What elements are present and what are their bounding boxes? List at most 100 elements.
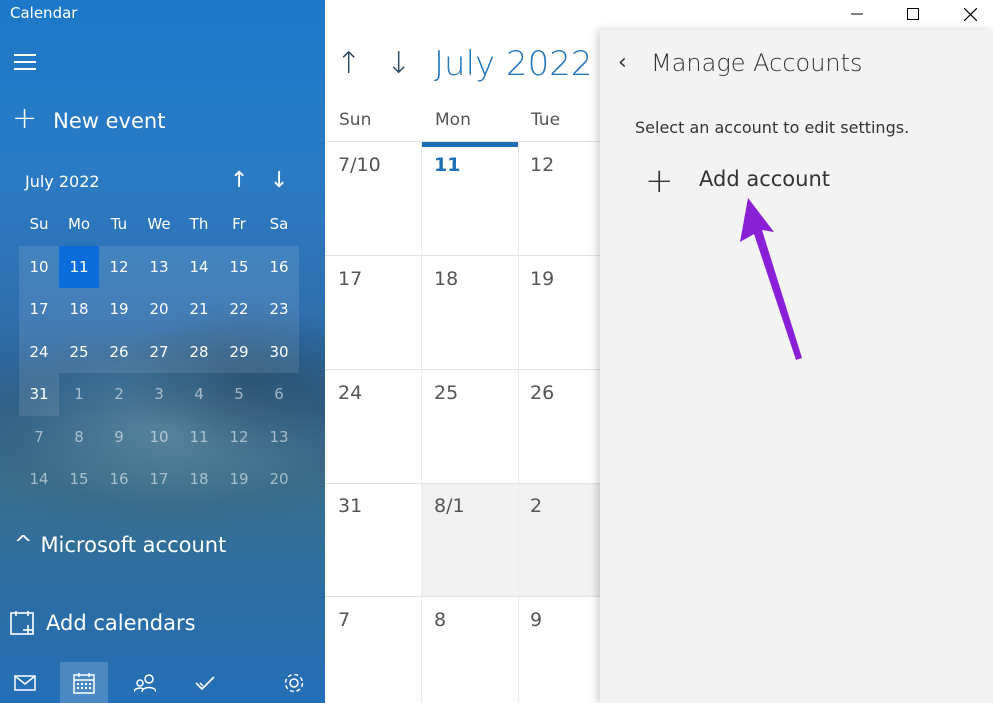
mini-day[interactable]: 20 — [259, 458, 299, 501]
mini-day[interactable]: 13 — [139, 245, 179, 288]
mini-day[interactable]: 2 — [99, 373, 139, 416]
mini-day[interactable]: 17 — [139, 458, 179, 501]
mini-day[interactable]: 5 — [219, 373, 259, 416]
grid-line — [325, 369, 605, 370]
mini-week-row: 10 11 12 13 14 15 16 — [19, 245, 299, 288]
calendar-day[interactable]: 31 — [338, 495, 362, 517]
mini-day[interactable]: 14 — [19, 458, 59, 501]
mini-weekday: Su — [29, 215, 49, 233]
new-event-label: New event — [53, 109, 166, 133]
mini-day[interactable]: 4 — [179, 373, 219, 416]
mini-day[interactable]: 26 — [99, 330, 139, 373]
calendar-day[interactable]: 25 — [434, 382, 458, 404]
add-account-button[interactable]: Add account — [699, 167, 830, 191]
hamburger-menu-icon[interactable] — [14, 54, 36, 70]
mini-weekday: Th — [189, 215, 209, 233]
mini-day[interactable]: 20 — [139, 288, 179, 331]
mini-day[interactable]: 10 — [139, 416, 179, 459]
minimize-icon[interactable] — [834, 2, 880, 26]
mini-day[interactable]: 22 — [219, 288, 259, 331]
mail-icon[interactable] — [1, 662, 49, 703]
mini-day[interactable]: 21 — [179, 288, 219, 331]
mini-day[interactable]: 17 — [19, 288, 59, 331]
next-period-icon[interactable]: ↓ — [386, 46, 411, 81]
previous-period-icon[interactable]: ↑ — [336, 46, 361, 81]
mini-day[interactable]: 24 — [19, 330, 59, 373]
day-header-sun: Sun — [339, 110, 372, 130]
grid-line — [325, 596, 605, 597]
page-title[interactable]: July 2022 — [434, 44, 592, 84]
calendar-icon[interactable] — [60, 662, 108, 703]
microsoft-account-group[interactable]: ^ Microsoft account — [14, 532, 226, 557]
grid-line — [325, 483, 605, 484]
account-label: Microsoft account — [40, 532, 227, 557]
panel-title: Manage Accounts — [651, 49, 863, 77]
mini-calendar-grid: Su Mo Tu We Th Fr Sa 10 11 12 13 14 15 1… — [19, 203, 299, 501]
grid-line — [325, 141, 605, 142]
calendar-day[interactable]: 12 — [530, 154, 554, 176]
plus-icon: + — [12, 101, 38, 136]
maximize-icon[interactable] — [890, 2, 936, 26]
mini-weekday: Mo — [67, 215, 91, 233]
grid-line — [421, 141, 422, 703]
calendar-day[interactable]: 7 — [338, 609, 350, 631]
calendar-day[interactable]: 26 — [530, 382, 554, 404]
mini-calendar-month[interactable]: July 2022 — [25, 172, 100, 191]
add-calendar-icon — [10, 611, 34, 635]
mini-day[interactable]: 18 — [59, 288, 99, 331]
mini-day[interactable]: 15 — [59, 458, 99, 501]
mini-next-month-icon[interactable]: ↓ — [270, 168, 288, 193]
mini-week-row: 31 1 2 3 4 5 6 — [19, 373, 299, 416]
mini-day[interactable]: 19 — [99, 288, 139, 331]
mini-day[interactable]: 13 — [259, 416, 299, 459]
mini-day[interactable]: 8 — [59, 416, 99, 459]
plus-icon[interactable]: + — [645, 164, 674, 198]
mini-day[interactable]: 6 — [259, 373, 299, 416]
add-calendars-button[interactable]: Add calendars — [10, 610, 196, 636]
mini-day[interactable]: 3 — [139, 373, 179, 416]
calendar-day-today[interactable]: 11 — [434, 154, 460, 176]
calendar-day[interactable]: 19 — [530, 268, 554, 290]
calendar-day[interactable]: 8 — [434, 609, 446, 631]
todo-icon[interactable] — [181, 662, 229, 703]
day-header-mon: Mon — [435, 110, 471, 130]
mini-day[interactable]: 9 — [99, 416, 139, 459]
mini-day[interactable]: 18 — [179, 458, 219, 501]
back-chevron-icon[interactable]: ‹ — [618, 50, 627, 75]
calendar-day[interactable]: 2 — [530, 495, 542, 517]
mini-day[interactable]: 23 — [259, 288, 299, 331]
mini-day[interactable]: 10 — [19, 245, 59, 288]
mini-week-row: 14 15 16 17 18 19 20 — [19, 458, 299, 501]
mini-day[interactable]: 19 — [219, 458, 259, 501]
mini-day[interactable]: 12 — [99, 245, 139, 288]
mini-day[interactable]: 28 — [179, 330, 219, 373]
mini-day[interactable]: 31 — [19, 373, 59, 416]
mini-day[interactable]: 15 — [219, 245, 259, 288]
calendar-day[interactable]: 18 — [434, 268, 458, 290]
day-header-tue: Tue — [531, 110, 561, 130]
mini-day[interactable]: 7 — [19, 416, 59, 459]
settings-icon[interactable] — [270, 662, 318, 703]
people-icon[interactable] — [121, 662, 169, 703]
mini-day[interactable]: 14 — [179, 245, 219, 288]
mini-day[interactable]: 11 — [179, 416, 219, 459]
calendar-day[interactable]: 17 — [338, 268, 362, 290]
mini-day[interactable]: 25 — [59, 330, 99, 373]
new-event-button[interactable]: + New event — [12, 104, 166, 134]
mini-day[interactable]: 16 — [99, 458, 139, 501]
add-calendars-label: Add calendars — [46, 611, 196, 635]
calendar-day[interactable]: 7/10 — [338, 154, 381, 176]
mini-day[interactable]: 30 — [259, 330, 299, 373]
mini-day-selected[interactable]: 11 — [59, 245, 99, 288]
mini-day[interactable]: 16 — [259, 245, 299, 288]
sidebar: Calendar + New event July 2022 ↑ ↓ Su Mo… — [0, 0, 325, 703]
calendar-day[interactable]: 24 — [338, 382, 362, 404]
calendar-day[interactable]: 8/1 — [434, 495, 465, 517]
mini-day[interactable]: 1 — [59, 373, 99, 416]
mini-day[interactable]: 29 — [219, 330, 259, 373]
mini-prev-month-icon[interactable]: ↑ — [230, 168, 248, 193]
calendar-day[interactable]: 9 — [530, 609, 542, 631]
mini-day[interactable]: 12 — [219, 416, 259, 459]
close-icon[interactable] — [947, 2, 993, 26]
mini-day[interactable]: 27 — [139, 330, 179, 373]
